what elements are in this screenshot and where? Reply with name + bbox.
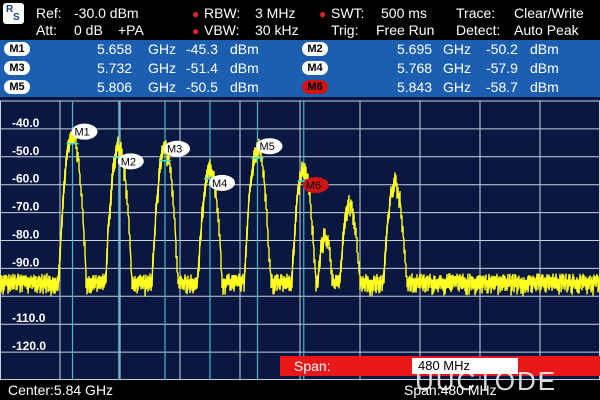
marker-freq-unit: GHz (148, 60, 176, 76)
y-tick-label: -90.0 (12, 255, 40, 269)
marker-row: M3 5.732 GHz -51.4 dBm M4 5.768 GHz -57.… (0, 59, 600, 78)
marker-badge-m2[interactable]: M2 (302, 42, 328, 56)
detect-mode[interactable]: Auto Peak (514, 22, 579, 38)
marker-badge-m6-active[interactable]: M6 (302, 80, 328, 94)
marker-level-unit: dBm (230, 79, 259, 95)
watermark: UUCTODE (415, 366, 558, 396)
marker-freq-unit: GHz (443, 79, 471, 95)
swt-value[interactable]: 500 ms (381, 5, 427, 21)
swt-indicator-dot: ● (319, 7, 327, 21)
marker-badge-m3[interactable]: M3 (4, 61, 30, 75)
marker-row: M5 5.806 GHz -50.5 dBm M6 5.843 GHz -58.… (0, 78, 600, 97)
marker-label-text: M5 (260, 141, 275, 153)
marker-badge-m4[interactable]: M4 (302, 61, 328, 75)
marker-freq-unit: GHz (148, 79, 176, 95)
y-tick-label: -40.0 (12, 116, 40, 130)
marker-level-unit: dBm (530, 60, 559, 76)
status-header: R S Ref: -30.0 dBm Att: 0 dB +PA ● RBW: … (0, 0, 600, 40)
marker-level-unit: dBm (530, 79, 559, 95)
marker-freq: 5.732 (97, 60, 133, 76)
marker-badge-m1[interactable]: M1 (4, 42, 30, 56)
marker-level-unit: dBm (230, 60, 259, 76)
trig-value[interactable]: Free Run (376, 22, 434, 38)
marker-label-text: M3 (167, 144, 182, 156)
marker-level: -58.7 (486, 79, 518, 95)
grid-lines (0, 100, 600, 380)
att-label: Att: (36, 22, 58, 38)
y-tick-label: -50.0 (12, 144, 40, 158)
marker-level: -51.4 (186, 60, 218, 76)
marker-freq: 5.658 (97, 41, 133, 57)
marker-level: -45.3 (186, 41, 218, 57)
marker-level: -57.9 (486, 60, 518, 76)
marker-table: M1 5.658 GHz -45.3 dBm M2 5.695 GHz -50.… (0, 40, 600, 97)
trace-mode[interactable]: Clear/Write (514, 5, 584, 21)
marker-badge-m5[interactable]: M5 (4, 80, 30, 94)
y-tick-label: -80.0 (12, 228, 40, 242)
trace-label: Trace: (456, 5, 496, 21)
vbw-value[interactable]: 30 kHz (255, 22, 299, 38)
marker-freq: 5.768 (397, 60, 433, 76)
att-value[interactable]: 0 dB (74, 22, 103, 38)
marker-label-text: M4 (212, 178, 227, 190)
marker-label-text: M2 (121, 156, 136, 168)
y-tick-label: -60.0 (12, 172, 40, 186)
rbw-value[interactable]: 3 MHz (255, 5, 295, 21)
marker-freq-unit: GHz (443, 60, 471, 76)
marker-label-text: M6 (306, 180, 321, 192)
marker-level: -50.5 (186, 79, 218, 95)
y-tick-label: -120.0 (12, 339, 46, 353)
marker-labels: M1 M2 M3 M4 M5 M6 (66, 123, 329, 194)
y-tick-label: -70.0 (12, 200, 40, 214)
rbw-label: RBW: (204, 5, 241, 21)
preamp-status: +PA (118, 22, 144, 38)
trig-label: Trig: (331, 22, 359, 38)
marker-freq-unit: GHz (443, 41, 471, 57)
marker-freq-unit: GHz (148, 41, 176, 57)
rs-logo-icon: R S (3, 3, 24, 24)
spectrum-plot[interactable]: -40.0 -50.0 -60.0 -70.0 -80.0 -90.0 -110.0 -120… (0, 97, 600, 380)
swt-label: SWT: (331, 5, 365, 21)
marker-freq: 5.695 (397, 41, 433, 57)
marker-level-unit: dBm (530, 41, 559, 57)
detect-label: Detect: (456, 22, 501, 38)
vbw-label: VBW: (204, 22, 240, 38)
center-frequency[interactable]: Center:5.84 GHz (8, 382, 113, 398)
y-tick-label: -110.0 (12, 311, 46, 325)
vbw-indicator-dot: ● (192, 24, 200, 38)
marker-row: M1 5.658 GHz -45.3 dBm M2 5.695 GHz -50.… (0, 40, 600, 59)
ref-label: Ref: (36, 5, 62, 21)
marker-level: -50.2 (486, 41, 518, 57)
marker-label-text: M1 (75, 127, 90, 139)
ref-level[interactable]: -30.0 dBm (74, 5, 139, 21)
y-axis-labels: -40.0 -50.0 -60.0 -70.0 -80.0 -90.0 -110.0 -120… (12, 116, 46, 353)
marker-freq: 5.806 (97, 79, 133, 95)
rbw-indicator-dot: ● (192, 7, 200, 21)
spectrum-display[interactable]: -40.0 -50.0 -60.0 -70.0 -80.0 -90.0 -110.0 -120… (0, 97, 600, 380)
marker-level-unit: dBm (230, 41, 259, 57)
marker-freq: 5.843 (397, 79, 433, 95)
span-entry-label: Span: (294, 358, 331, 374)
